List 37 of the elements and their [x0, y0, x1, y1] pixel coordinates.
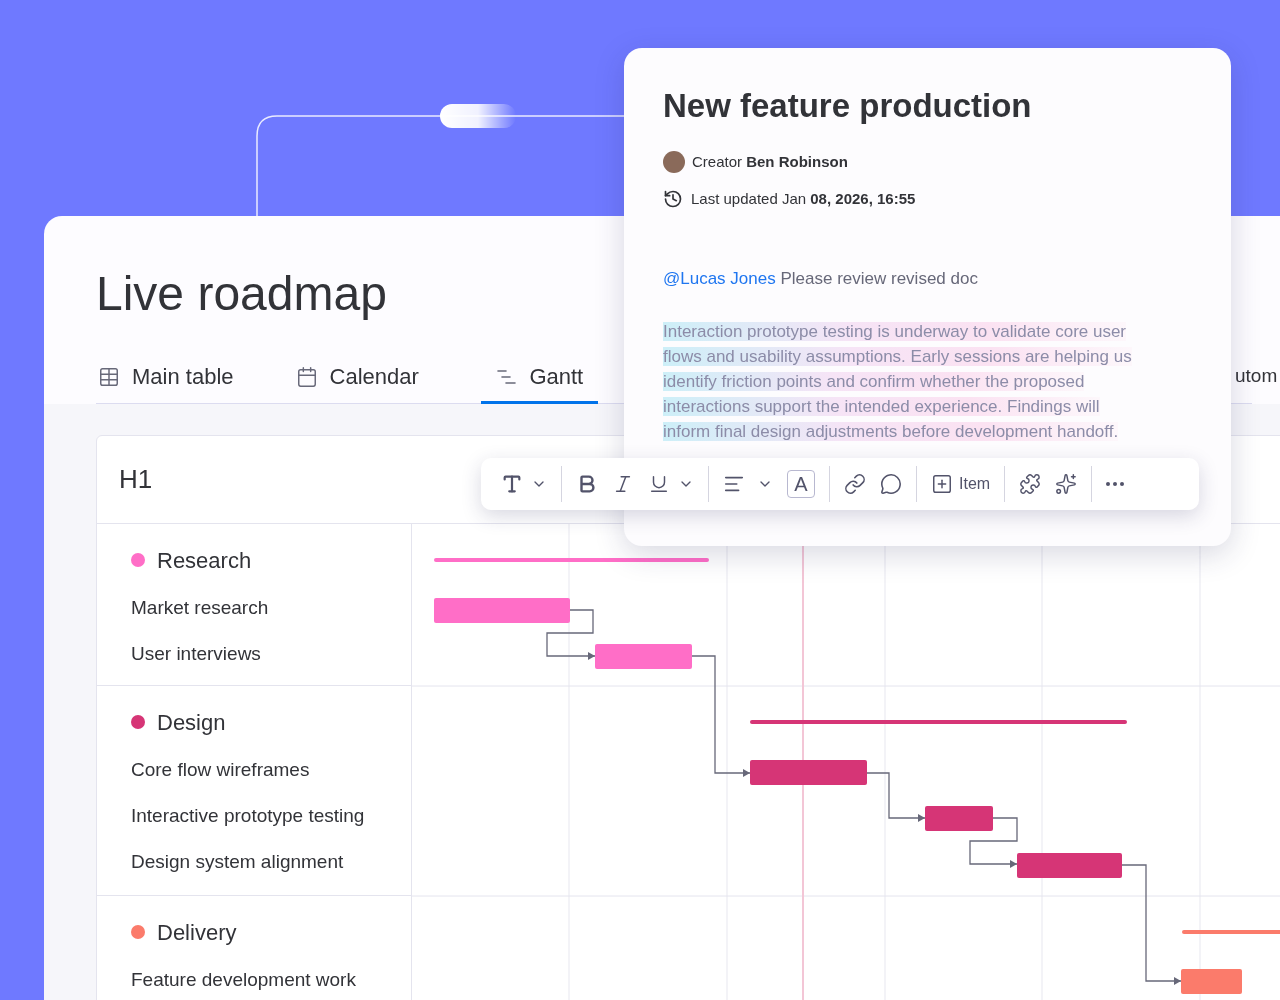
creator-text: Creator Ben Robinson: [692, 151, 848, 172]
item-icon: [931, 473, 953, 495]
text-color-button[interactable]: A: [787, 470, 815, 498]
comment-text: @Lucas Jones Please review revised doc: [663, 268, 978, 290]
task-name: User interviews: [131, 641, 261, 666]
updated-text: Last updated Jan 08, 2026, 16:55: [691, 188, 916, 209]
doc-paragraph: Interaction prototype testing is underway to validate core user flows and usability assumptions. Early sessions are helping us identify friction points and confirm whether the proposed interactions support the intended experience. Findings will inform final design adjustments before development handoff.: [663, 320, 1133, 443]
sparkle-icon: [1055, 473, 1078, 495]
task-name: Market research: [131, 595, 269, 620]
underline-icon: [648, 473, 670, 495]
link-icon: [844, 473, 866, 495]
avatar: [663, 151, 685, 173]
task-name: Feature development work: [131, 967, 356, 992]
text-icon: [501, 473, 523, 495]
group-name: Research: [157, 546, 252, 575]
dependency-arrow: [546, 609, 596, 660]
item-button[interactable]: Item: [931, 467, 991, 501]
task-name: Design system alignment: [131, 849, 344, 874]
view-tab[interactable]: utom: [1235, 352, 1278, 404]
task-name: Interactive prototype testing: [131, 803, 365, 828]
group-name: Delivery: [157, 918, 237, 947]
board-title: Live roadmap: [96, 266, 387, 322]
view-tab[interactable]: Calendar: [293, 352, 421, 404]
mention-link[interactable]: @Lucas Jones: [663, 269, 776, 288]
history-icon: [663, 189, 683, 209]
group-name: Design: [157, 708, 226, 737]
puzzle-icon: [1019, 473, 1042, 495]
task-name: Core flow wireframes: [131, 757, 310, 782]
table-icon: [98, 365, 120, 388]
dependency-arrow: [866, 772, 926, 822]
comment-icon: [880, 473, 902, 495]
more-icon: [1106, 482, 1125, 486]
view-tab[interactable]: Main table: [96, 352, 236, 404]
section-heading: H1: [119, 463, 153, 496]
calendar-icon: [295, 365, 318, 388]
dependency-arrow: [969, 817, 1018, 868]
doc-title: New feature production: [663, 86, 1032, 126]
